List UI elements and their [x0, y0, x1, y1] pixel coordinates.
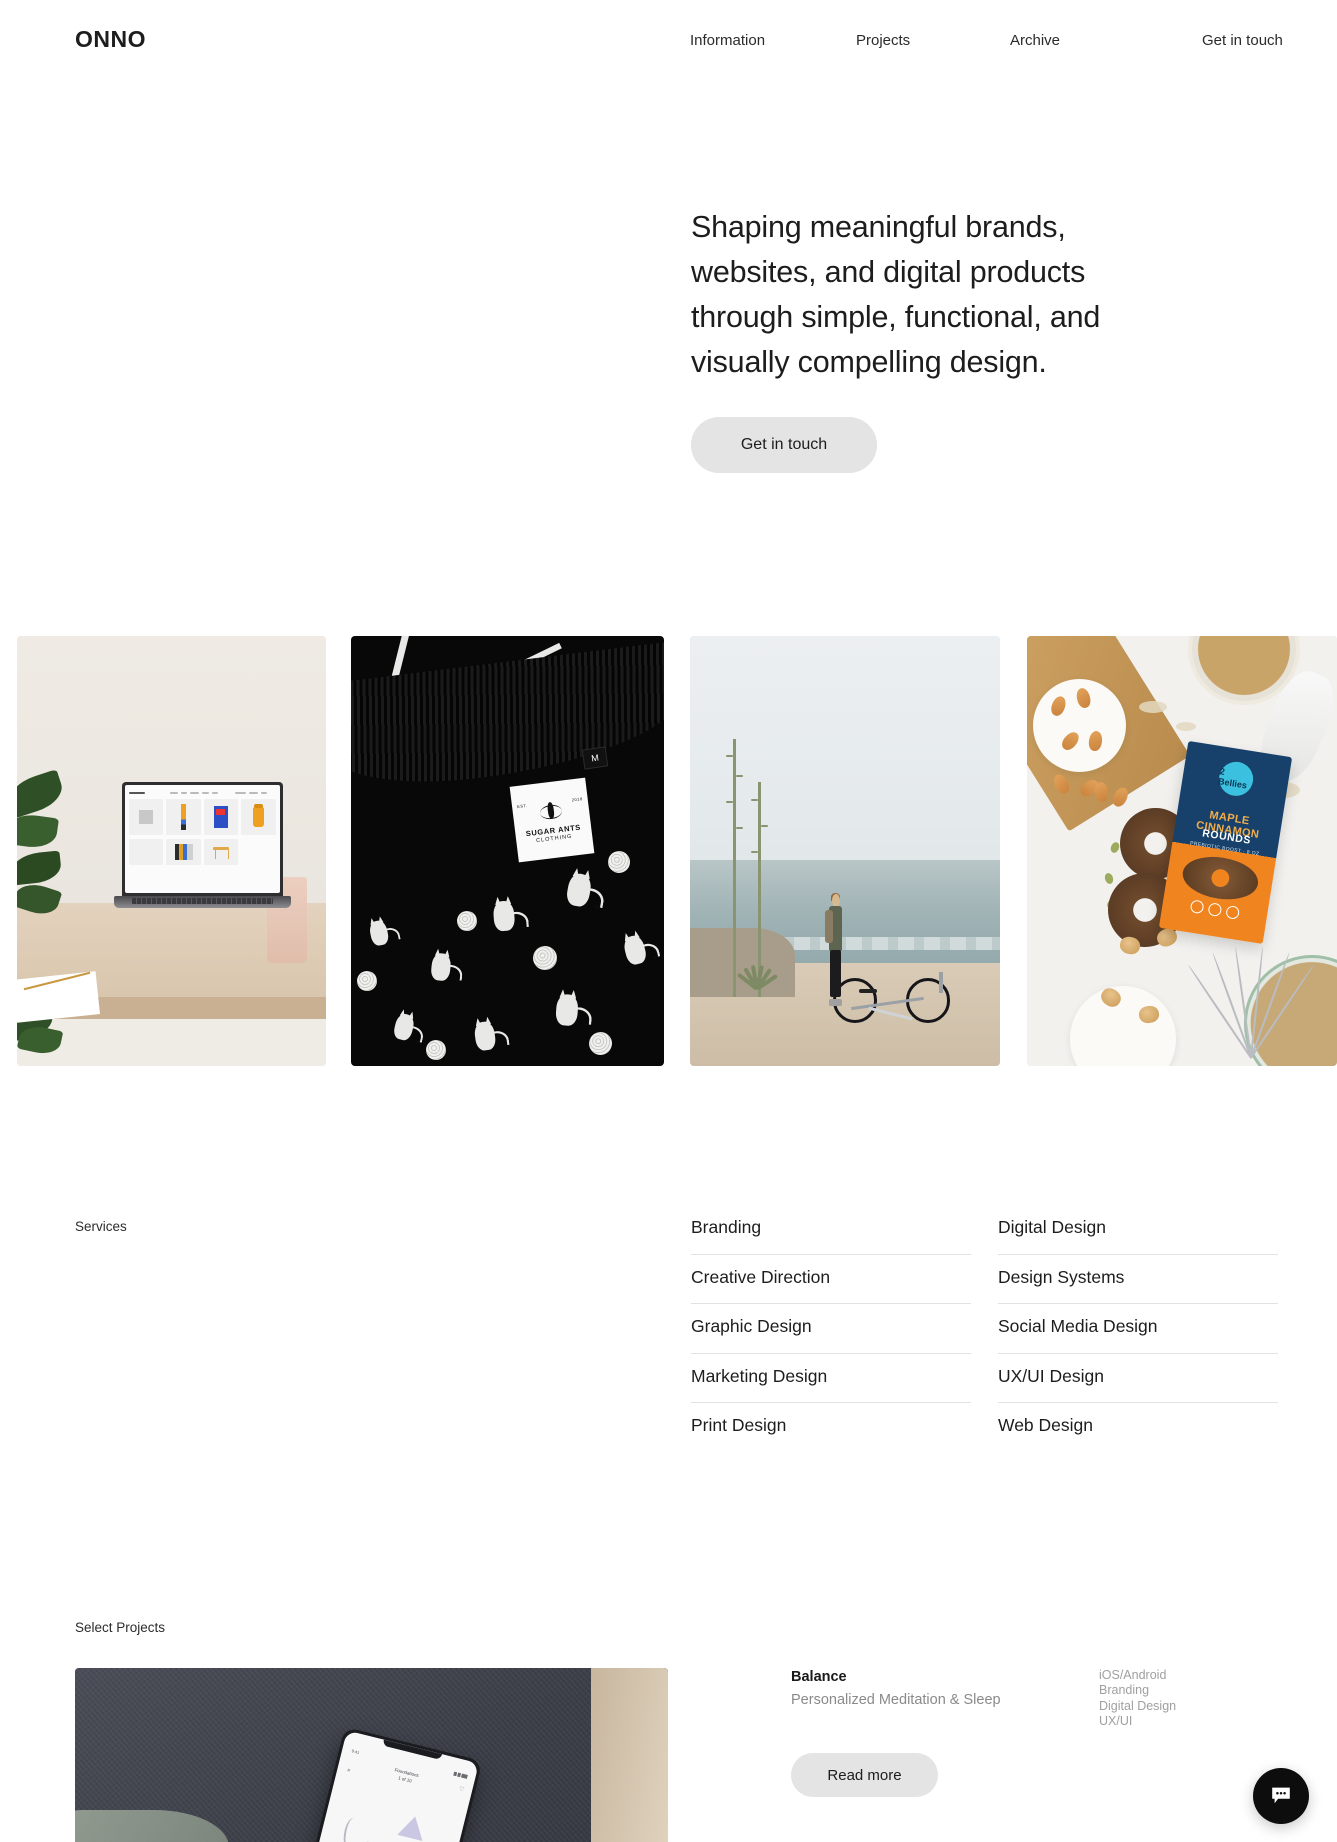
whisk-decor	[1187, 946, 1315, 1058]
project-tag: Digital Design	[1099, 1698, 1177, 1713]
nav-item-archive[interactable]: Archive	[1010, 33, 1060, 48]
page-root: ONNO Information Projects Archive Get in…	[0, 0, 1337, 1842]
product-pouch: 2 Bellies MAPLE CINNAMON ROUNDS PREBIOTI…	[1158, 740, 1293, 945]
label-est: EST.	[516, 803, 528, 810]
site-logo[interactable]: ONNO	[75, 28, 146, 51]
nav-item-information[interactable]: Information	[690, 33, 765, 48]
gallery-section: M EST. 2018 SUGAR ANTS CLOTHING 2 Bellie…	[0, 636, 1337, 1066]
project-title: Balance	[791, 1669, 847, 1685]
project-tag: iOS/Android	[1099, 1668, 1167, 1682]
project-thumbnail-balance[interactable]: 9:41 × ♡ Foundations 1 of 10 Day 2 Benef…	[75, 1668, 668, 1842]
pouch-brand-badge: 2 Bellies	[1215, 759, 1255, 799]
nav-item-projects[interactable]: Projects	[856, 33, 910, 48]
photo-cyclist-ocean	[690, 636, 1000, 1066]
service-item-branding[interactable]: Branding	[691, 1205, 971, 1255]
service-item-ux-ui-design[interactable]: UX/UI Design	[998, 1354, 1278, 1403]
phone-status-icons	[453, 1771, 469, 1780]
service-item-digital-design[interactable]: Digital Design	[998, 1205, 1278, 1255]
gallery-image-cyclist-ocean[interactable]	[690, 636, 1000, 1066]
select-projects-label: Select Projects	[75, 1620, 166, 1635]
photo-cat-sweatshirt: M EST. 2018 SUGAR ANTS CLOTHING	[351, 636, 664, 1066]
project-subtitle: Personalized Meditation & Sleep	[791, 1691, 1001, 1708]
hero-get-in-touch-button[interactable]: Get in touch	[691, 417, 877, 473]
photo-food-flatlay: 2 Bellies MAPLE CINNAMON ROUNDS PREBIOTI…	[1027, 636, 1337, 1066]
services-column-right: Digital Design Design Systems Social Med…	[998, 1205, 1278, 1452]
garment-size-tag: M	[581, 746, 608, 770]
service-item-print-design[interactable]: Print Design	[691, 1403, 971, 1452]
phone-mockup: 9:41 × ♡ Foundations 1 of 10 Day 2 Benef…	[295, 1727, 484, 1842]
service-item-marketing-design[interactable]: Marketing Design	[691, 1354, 971, 1403]
project-tag: Branding	[1099, 1683, 1150, 1698]
person-figure	[825, 892, 845, 1006]
photo-phone-on-fabric: 9:41 × ♡ Foundations 1 of 10 Day 2 Benef…	[75, 1668, 668, 1842]
plant-decor	[17, 768, 75, 920]
laptop-mockup	[114, 782, 291, 928]
gallery-image-laptop-desk[interactable]	[17, 636, 326, 1066]
services-label: Services	[75, 1219, 127, 1234]
ant-icon	[538, 798, 563, 825]
gallery-image-food-flatlay[interactable]: 2 Bellies MAPLE CINNAMON ROUNDS PREBIOTI…	[1027, 636, 1337, 1066]
service-item-web-design[interactable]: Web Design	[998, 1403, 1278, 1452]
project-read-more-button[interactable]: Read more	[791, 1753, 938, 1797]
services-column-left: Branding Creative Direction Graphic Desi…	[691, 1205, 971, 1452]
project-tag: UX/UI	[1099, 1713, 1133, 1728]
project-tag-list: iOS/Android Branding Digital Design UX/U…	[1099, 1668, 1299, 1729]
phone-status-time: 9:41	[351, 1748, 361, 1756]
service-item-design-systems[interactable]: Design Systems	[998, 1255, 1278, 1304]
service-item-graphic-design[interactable]: Graphic Design	[691, 1304, 971, 1354]
site-header: ONNO Information Projects Archive Get in…	[0, 0, 1337, 80]
phone-header-sub: 1 of 10	[397, 1775, 413, 1784]
gallery-image-cat-sweatshirt[interactable]: M EST. 2018 SUGAR ANTS CLOTHING	[351, 636, 664, 1066]
nav-item-get-in-touch[interactable]: Get in touch	[1202, 33, 1283, 48]
bicycle	[832, 954, 951, 1023]
chat-bubble-icon	[1272, 1787, 1290, 1804]
label-year: 2018	[571, 796, 583, 803]
brand-care-label: EST. 2018 SUGAR ANTS CLOTHING	[509, 777, 595, 863]
hero-heading: Shaping meaningful brands, websites, and…	[691, 210, 1101, 379]
chat-bubble-button[interactable]	[1253, 1768, 1309, 1824]
service-item-social-media-design[interactable]: Social Media Design	[998, 1304, 1278, 1354]
photo-laptop-desk	[17, 636, 326, 1066]
service-item-creative-direction[interactable]: Creative Direction	[691, 1255, 971, 1304]
hero-section: Shaping meaningful brands, websites, and…	[691, 205, 1161, 385]
project-meta: Balance Personalized Meditation & Sleep	[791, 1668, 1021, 1711]
